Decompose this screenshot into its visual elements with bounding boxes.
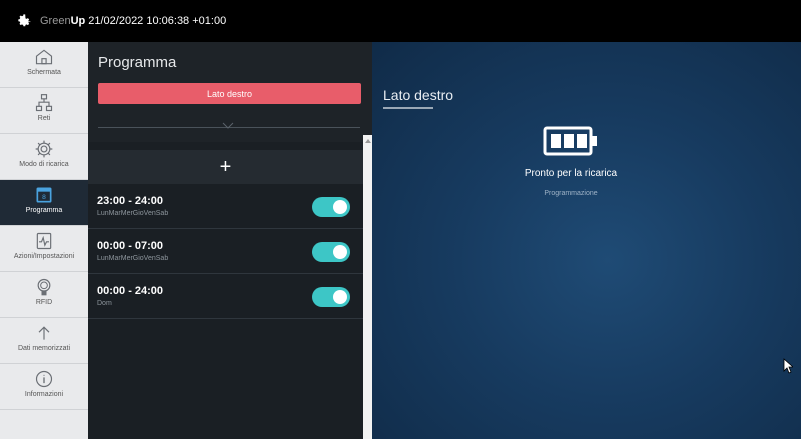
schedule-row[interactable]: 23:00 - 24:00 LunMarMerGioVenSab (88, 184, 363, 229)
panel-title: Programma (98, 54, 177, 71)
sidebar-item-label: Reti (37, 115, 51, 122)
rfid-icon (37, 278, 51, 296)
schedule-time: 23:00 - 24:00 (97, 195, 164, 207)
battery-full-icon (543, 126, 597, 156)
toggle-knob (333, 200, 347, 214)
toggle-knob (333, 245, 347, 259)
sidebar-item-schermata[interactable]: Schermata (0, 42, 88, 88)
top-status-bar: GreenUp 21/02/2022 10:06:38 +01:00 (0, 0, 801, 42)
activity-icon (36, 232, 52, 250)
sidebar-item-programma[interactable]: 8 Programma (0, 180, 88, 226)
side-selector-button[interactable]: Lato destro (98, 83, 361, 104)
schedule-toggle[interactable] (312, 242, 350, 262)
sidebar-item-modo-di-ricarica[interactable]: Modo di ricarica (0, 134, 88, 180)
schedule-toggle[interactable] (312, 287, 350, 307)
sidebar-item-label: Schermata (27, 69, 61, 76)
sidebar-item-label: Modo di ricarica (19, 161, 69, 168)
chevron-down-icon[interactable] (222, 122, 234, 130)
sidebar-item-label: Azioni/Impostazioni (13, 253, 75, 260)
svg-text:8: 8 (42, 194, 46, 201)
sidebar-item-informazioni[interactable]: Informazioni (0, 364, 88, 410)
main-status-area: Lato destro Pronto per la ricarica Progr… (372, 42, 801, 439)
mouse-cursor-icon (783, 358, 793, 374)
main-title: Lato destro (383, 87, 454, 103)
info-icon (35, 370, 53, 388)
sidebar-item-label: Programma (25, 207, 63, 214)
schedule-toggle[interactable] (312, 197, 350, 217)
add-schedule-button[interactable]: + (88, 150, 363, 184)
schedule-days: LunMarMerGioVenSab (97, 255, 169, 262)
schedule-days: Dom (97, 300, 112, 307)
schedule-time: 00:00 - 24:00 (97, 285, 164, 297)
network-icon (35, 94, 53, 112)
sidebar-item-azioni-impostazioni[interactable]: Azioni/Impostazioni (0, 226, 88, 272)
sidebar-item-reti[interactable]: Reti (0, 88, 88, 134)
scrollbar[interactable] (363, 135, 372, 439)
sidebar-item-dati-memorizzati[interactable]: Dati memorizzati (0, 318, 88, 364)
sidebar-item-label: Dati memorizzati (17, 345, 71, 352)
datetime-text: 21/02/2022 10:06:38 +01:00 (88, 15, 227, 27)
title-underline (383, 107, 433, 109)
calendar-icon: 8 (36, 187, 52, 203)
scroll-up-icon[interactable] (365, 139, 371, 143)
schedule-list: + 23:00 - 24:00 LunMarMerGioVenSab 00:00… (88, 142, 363, 439)
schedule-row[interactable]: 00:00 - 07:00 LunMarMerGioVenSab (88, 229, 363, 274)
charge-substatus: Programmazione (544, 190, 598, 197)
sidebar-item-label: RFID (35, 299, 53, 306)
brand-name: GreenUp (40, 15, 86, 27)
upload-icon (38, 326, 50, 340)
schedule-row[interactable]: 00:00 - 24:00 Dom (88, 274, 363, 319)
sidebar-item-label: Informazioni (24, 391, 64, 398)
gear-icon[interactable] (16, 13, 32, 29)
charge-status: Pronto per la ricarica (524, 168, 618, 179)
toggle-knob (333, 290, 347, 304)
schedule-time: 00:00 - 07:00 (97, 240, 164, 252)
program-panel: Programma Lato destro + 23:00 - 24:00 Lu… (88, 42, 372, 439)
sidebar-nav: Schermata Reti Modo di ricarica 8 Progra… (0, 42, 88, 439)
schedule-days: LunMarMerGioVenSab (97, 210, 169, 217)
sidebar-item-rfid[interactable]: RFID (0, 272, 88, 318)
settings-icon (35, 140, 53, 158)
home-icon (35, 49, 53, 65)
